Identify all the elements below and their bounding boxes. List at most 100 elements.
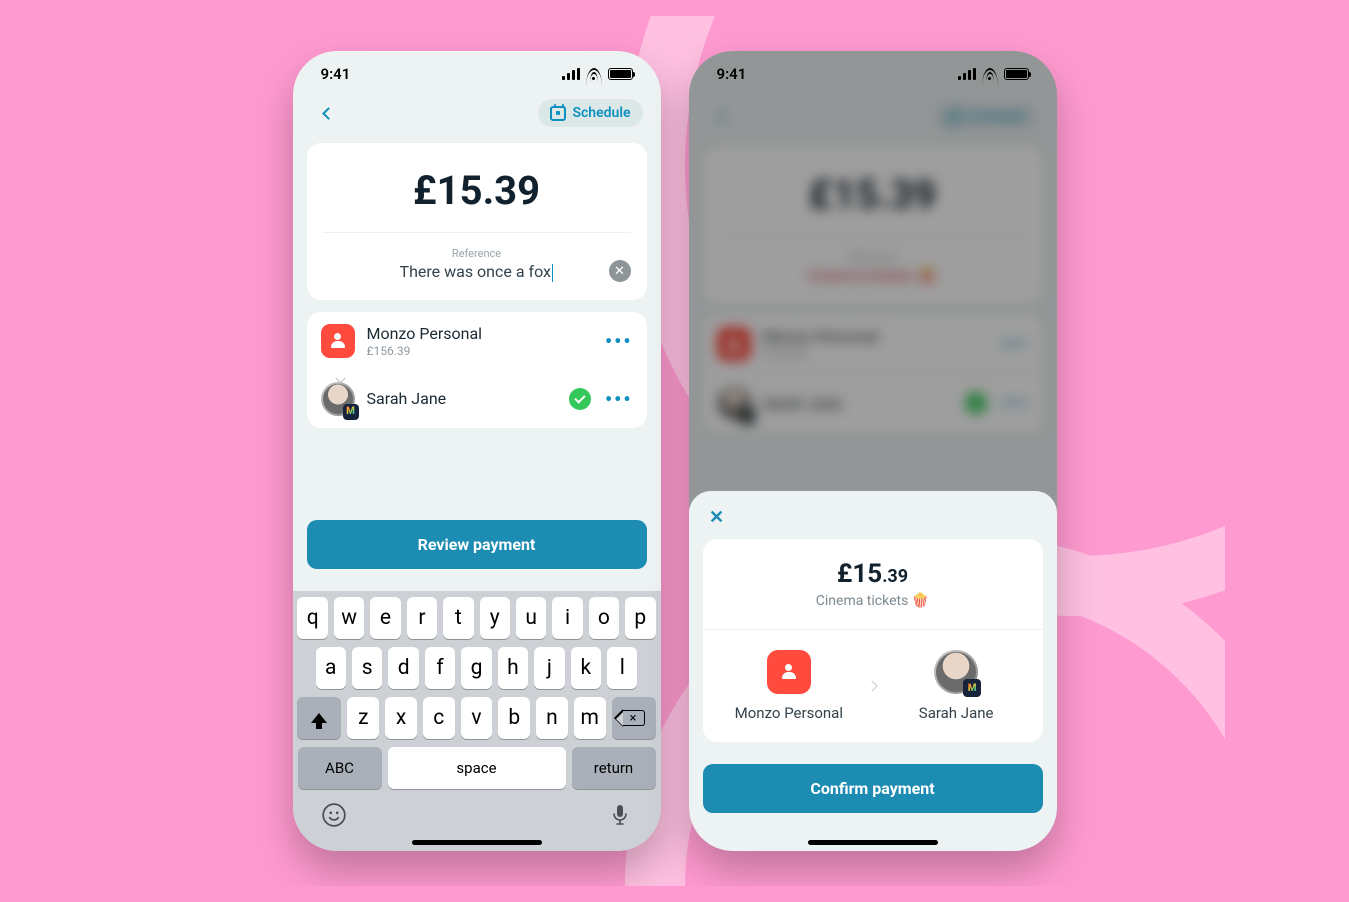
schedule-label: Schedule bbox=[572, 105, 630, 121]
phone-mockups-row: 9:41 Schedule £15.39 Refer bbox=[125, 16, 1225, 886]
key-l[interactable]: l bbox=[607, 647, 637, 689]
key-c[interactable]: c bbox=[423, 697, 455, 739]
key-b[interactable]: b bbox=[498, 697, 530, 739]
dictation-key[interactable] bbox=[606, 801, 634, 829]
cellular-icon bbox=[562, 68, 580, 80]
key-k[interactable]: k bbox=[571, 647, 601, 689]
amount-card: £15.39 Reference There was once a fox ✕ bbox=[307, 143, 647, 300]
key-e[interactable]: e bbox=[370, 597, 400, 639]
emoji-icon bbox=[321, 802, 347, 828]
key-a[interactable]: a bbox=[316, 647, 346, 689]
chevron-right-icon bbox=[867, 680, 878, 691]
divider bbox=[703, 629, 1043, 630]
space-key[interactable]: space bbox=[388, 747, 566, 789]
schedule-button[interactable]: Schedule bbox=[538, 99, 642, 127]
key-i[interactable]: i bbox=[552, 597, 582, 639]
reference-label: Reference bbox=[323, 247, 631, 260]
from-account-name: Monzo Personal bbox=[367, 324, 593, 343]
keyboard-row-4: ABC space return bbox=[298, 747, 656, 789]
key-q[interactable]: q bbox=[297, 597, 327, 639]
calendar-icon bbox=[550, 106, 566, 121]
from-party: Monzo Personal bbox=[724, 650, 854, 722]
close-icon: ✕ bbox=[614, 265, 625, 278]
backspace-key[interactable]: × bbox=[612, 697, 656, 739]
personal-account-icon bbox=[321, 324, 355, 358]
key-h[interactable]: h bbox=[498, 647, 528, 689]
shift-key[interactable] bbox=[297, 697, 341, 739]
reference-row: There was once a fox ✕ bbox=[323, 262, 631, 282]
close-sheet-button[interactable]: ✕ bbox=[703, 503, 731, 531]
key-g[interactable]: g bbox=[461, 647, 491, 689]
to-account-name: Sarah Jane bbox=[367, 389, 557, 408]
person-icon bbox=[781, 664, 797, 680]
battery-icon bbox=[608, 68, 633, 80]
confirm-amount: £15.39 bbox=[717, 559, 1029, 589]
key-n[interactable]: n bbox=[536, 697, 568, 739]
key-y[interactable]: y bbox=[480, 597, 510, 639]
status-indicators bbox=[958, 68, 1029, 80]
abc-key[interactable]: ABC bbox=[298, 747, 382, 789]
status-bar: 9:41 bbox=[689, 51, 1057, 87]
mic-icon bbox=[612, 804, 628, 826]
to-party: M Sarah Jane bbox=[891, 650, 1021, 722]
review-payment-button[interactable]: Review payment bbox=[307, 520, 647, 569]
key-t[interactable]: t bbox=[443, 597, 473, 639]
backspace-icon: × bbox=[623, 710, 645, 726]
from-party-name: Monzo Personal bbox=[735, 704, 843, 722]
shift-icon bbox=[311, 713, 327, 723]
home-indicator[interactable] bbox=[808, 840, 938, 845]
marketing-stage: 9:41 Schedule £15.39 Refer bbox=[125, 16, 1225, 886]
status-time: 9:41 bbox=[717, 65, 747, 83]
key-o[interactable]: o bbox=[589, 597, 619, 639]
from-account-row[interactable]: Monzo Personal £156.39 ••• bbox=[307, 312, 647, 370]
key-x[interactable]: x bbox=[385, 697, 417, 739]
keyboard-row-3: zxcvbnm × bbox=[298, 697, 656, 739]
wifi-icon bbox=[586, 68, 602, 80]
text-cursor bbox=[552, 264, 554, 282]
key-j[interactable]: j bbox=[534, 647, 564, 689]
to-account-row[interactable]: M Sarah Jane ••• bbox=[307, 370, 647, 428]
keyboard-row-2: asdfghjkl bbox=[298, 647, 656, 689]
key-v[interactable]: v bbox=[461, 697, 493, 739]
cellular-icon bbox=[958, 68, 976, 80]
monzo-badge-icon: M bbox=[343, 404, 359, 420]
return-key[interactable]: return bbox=[572, 747, 656, 789]
key-f[interactable]: f bbox=[425, 647, 455, 689]
keyboard: qwertyuiop asdfghjkl zxcvbnm × ABC space… bbox=[293, 591, 661, 851]
check-icon bbox=[574, 392, 585, 403]
key-m[interactable]: m bbox=[574, 697, 606, 739]
key-r[interactable]: r bbox=[407, 597, 437, 639]
confirm-reference: Cinema tickets 🍿 bbox=[717, 593, 1029, 609]
key-d[interactable]: d bbox=[388, 647, 418, 689]
back-button[interactable] bbox=[311, 97, 343, 129]
amount-display[interactable]: £15.39 bbox=[323, 167, 631, 214]
key-w[interactable]: w bbox=[334, 597, 364, 639]
person-icon bbox=[330, 333, 346, 349]
battery-icon bbox=[1004, 68, 1029, 80]
key-u[interactable]: u bbox=[516, 597, 546, 639]
clear-reference-button[interactable]: ✕ bbox=[609, 260, 631, 282]
emoji-key[interactable] bbox=[320, 801, 348, 829]
status-bar: 9:41 bbox=[293, 51, 661, 87]
home-indicator[interactable] bbox=[412, 840, 542, 845]
chevron-left-icon bbox=[322, 107, 335, 120]
phone-confirm-payment: Schedule £15.39 Reference Cinema tickets… bbox=[689, 51, 1057, 851]
confirm-card: £15.39 Cinema tickets 🍿 Monzo Personal bbox=[703, 539, 1043, 742]
key-z[interactable]: z bbox=[347, 697, 379, 739]
key-p[interactable]: p bbox=[625, 597, 655, 639]
confirm-sheet: ✕ £15.39 Cinema tickets 🍿 Monzo Personal bbox=[689, 491, 1057, 851]
wifi-icon bbox=[982, 68, 998, 80]
close-icon: ✕ bbox=[709, 507, 724, 528]
verified-badge bbox=[569, 388, 591, 410]
from-account-balance: £156.39 bbox=[367, 344, 593, 358]
from-account-more-button[interactable]: ••• bbox=[605, 329, 633, 353]
recipient-avatar: M bbox=[321, 382, 355, 416]
transfer-parties: Monzo Personal M Sarah Jane bbox=[717, 650, 1029, 722]
divider bbox=[323, 232, 631, 233]
accounts-card: Monzo Personal £156.39 ••• M Sarah Jane bbox=[307, 312, 647, 428]
confirm-payment-button[interactable]: Confirm payment bbox=[703, 764, 1043, 813]
reference-input[interactable]: There was once a fox bbox=[400, 262, 554, 282]
key-s[interactable]: s bbox=[352, 647, 382, 689]
keyboard-bottom-row bbox=[298, 797, 656, 829]
to-account-more-button[interactable]: ••• bbox=[605, 387, 633, 411]
